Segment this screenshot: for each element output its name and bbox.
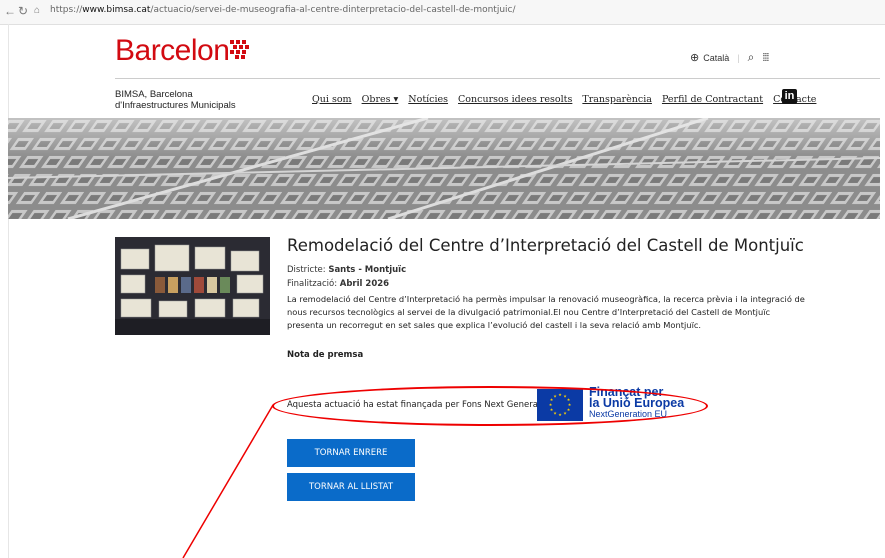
site-info-icon[interactable]: ⌂ <box>34 5 40 16</box>
linkedin-icon[interactable]: in <box>782 89 797 104</box>
finish-value: Abril 2026 <box>339 279 390 289</box>
reload-icon[interactable]: ↻ <box>18 4 28 18</box>
language-selector[interactable]: Català <box>703 53 729 63</box>
menu-item-qui-som[interactable]: Qui som <box>312 94 352 105</box>
menu-item-concursos[interactable]: Concursos idees resolts <box>458 94 572 105</box>
search-icon[interactable]: ⌕ <box>748 50 755 65</box>
menu-item-noticies[interactable]: Notícies <box>408 94 448 105</box>
finish-line: Finalització: Abril 2026 <box>287 279 389 289</box>
district-label: Districte: <box>287 265 329 275</box>
back-to-list-button[interactable]: TORNAR AL LLISTAT <box>287 473 415 501</box>
barcelona-shield-icon <box>229 38 251 62</box>
url-path: /actuacio/servei-de-museografia-al-centr… <box>150 5 516 15</box>
menu-item-perfil-contractant[interactable]: Perfil de Contractant <box>662 94 763 105</box>
press-note-link[interactable]: Nota de premsa <box>287 350 363 360</box>
back-icon[interactable]: ← <box>4 4 16 18</box>
hero-aerial-image <box>8 118 880 219</box>
url-prefix: https:// <box>50 5 83 15</box>
browser-bar: ← ↻ ⌂ https://www.bimsa.cat/actuacio/ser… <box>0 0 885 25</box>
header-divider <box>115 78 880 79</box>
menu-item-obres[interactable]: Obres ▾ <box>362 94 399 105</box>
back-button[interactable]: TORNAR ENRERE <box>287 439 415 467</box>
finish-label: Finalització: <box>287 279 340 289</box>
exhibition-panels-illustration <box>115 237 270 335</box>
apps-grid-icon[interactable]: ⁞⁞⁞ <box>762 52 769 64</box>
page-title: Remodelació del Centre d’Interpretació d… <box>287 236 804 255</box>
page-edge-line <box>8 24 9 558</box>
organization-name[interactable]: BIMSA, Barcelona d'Infraestructures Muni… <box>115 89 236 111</box>
header-tools: ⊕ Català | ⌕ ⁞⁞⁞ <box>690 50 770 65</box>
barcelona-logo[interactable]: Barcelona <box>115 34 246 68</box>
project-photo <box>115 237 270 335</box>
url-domain: www.bimsa.cat <box>82 5 151 15</box>
org-line-2: d'Infraestructures Municipals <box>115 100 236 111</box>
divider: | <box>737 52 740 63</box>
address-bar[interactable]: https://www.bimsa.cat/actuacio/servei-de… <box>50 3 516 17</box>
city-aerial-illustration <box>8 118 880 219</box>
org-line-1: BIMSA, Barcelona <box>115 89 193 100</box>
project-description: La remodelació del Centre d’Interpretaci… <box>287 294 805 330</box>
globe-icon[interactable]: ⊕ <box>690 51 699 64</box>
menu-item-transparencia[interactable]: Transparència <box>582 94 652 105</box>
district-line: Districte: Sants - Montjuïc <box>287 265 406 275</box>
district-value: Sants - Montjuïc <box>328 265 407 275</box>
main-menu: Qui som Obres ▾ Notícies Concursos idees… <box>312 94 816 105</box>
annotation-ellipse <box>272 386 708 426</box>
